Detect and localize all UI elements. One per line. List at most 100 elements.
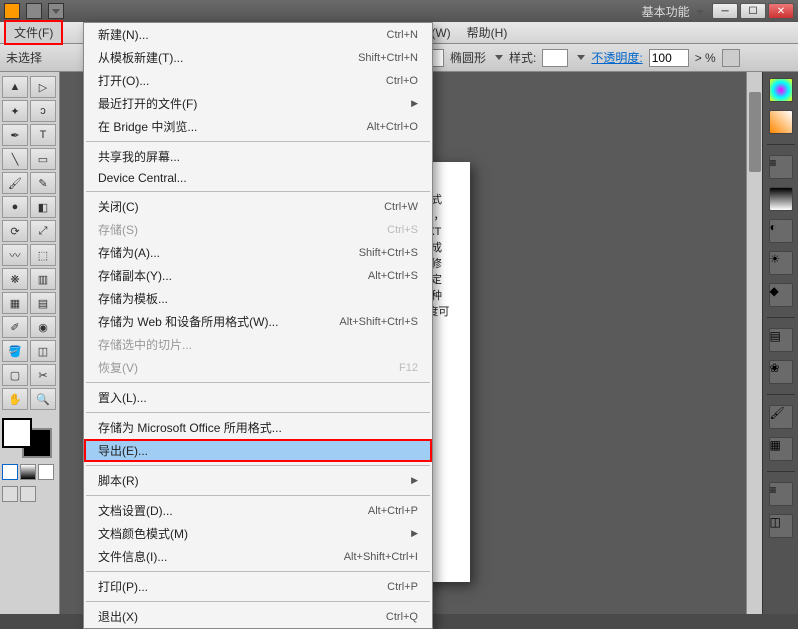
maximize-button[interactable]: ☐ (740, 3, 766, 19)
hand-tool[interactable]: ✋ (2, 388, 28, 410)
gradient-tool[interactable]: ▤ (30, 292, 56, 314)
file-menu-item[interactable]: 在 Bridge 中浏览...Alt+Ctrl+O (84, 115, 432, 138)
color-swatch[interactable] (2, 418, 52, 458)
zoom-tool[interactable]: 🔍 (30, 388, 56, 410)
close-button[interactable]: ✕ (768, 3, 794, 19)
file-menu-item[interactable]: 存储为 Web 和设备所用格式(W)...Alt+Shift+Ctrl+S (84, 310, 432, 333)
color-mode-normal[interactable] (2, 464, 18, 480)
menu-item-shortcut: Alt+Shift+Ctrl+I (344, 551, 418, 563)
file-menu-item[interactable]: 脚本(R)▶ (84, 469, 432, 492)
type-tool[interactable]: T (30, 124, 56, 146)
blend-tool[interactable]: ◉ (30, 316, 56, 338)
line-tool[interactable]: ╲ (2, 148, 28, 170)
file-menu-item[interactable]: 存储为(A)...Shift+Ctrl+S (84, 241, 432, 264)
pen-tool[interactable]: ✒ (2, 124, 28, 146)
color-guide-panel-icon[interactable] (769, 110, 793, 134)
menu-item-label: 从模板新建(T)... (98, 49, 358, 66)
style-label: 样式: (509, 49, 536, 66)
stroke-panel-icon[interactable]: ≡ (769, 155, 793, 179)
file-menu-item[interactable]: 文档颜色模式(M)▶ (84, 522, 432, 545)
file-menu-item[interactable]: 文件信息(I)...Alt+Shift+Ctrl+I (84, 545, 432, 568)
file-menu-item[interactable]: 存储为 Microsoft Office 所用格式... (84, 416, 432, 439)
appearance-panel-icon[interactable]: ☀ (769, 251, 793, 275)
bridge-icon[interactable] (26, 3, 42, 19)
scrollbar-thumb[interactable] (749, 92, 761, 172)
eraser-tool[interactable]: ◧ (30, 196, 56, 218)
symbol-sprayer-tool[interactable]: ❋ (2, 268, 28, 290)
file-menu-item[interactable]: 置入(L)... (84, 386, 432, 409)
graphic-styles-panel-icon[interactable]: ◆ (769, 283, 793, 307)
color-mode-none[interactable] (38, 464, 54, 480)
menu-item-label: 恢复(V) (98, 359, 399, 376)
color-mode-gradient[interactable] (20, 464, 36, 480)
menu-item-label: 脚本(R) (98, 472, 411, 489)
menu-item-shortcut: Ctrl+P (387, 581, 418, 593)
menu-file[interactable]: 文件(F) (4, 20, 63, 45)
fill-color[interactable] (2, 418, 32, 448)
brushes-panel-icon[interactable]: 🖌 (769, 405, 793, 429)
vertical-scrollbar[interactable] (746, 72, 762, 614)
screen-mode-normal[interactable] (2, 486, 18, 502)
live-paint-selection-tool[interactable]: ◫ (30, 340, 56, 362)
magic-wand-tool[interactable]: ✦ (2, 100, 28, 122)
eyedropper-tool[interactable]: ✐ (2, 316, 28, 338)
workspace-switcher[interactable]: 基本功能 (642, 3, 704, 20)
file-menu-item[interactable]: 从模板新建(T)...Shift+Ctrl+N (84, 46, 432, 69)
rectangle-tool[interactable]: ▭ (30, 148, 56, 170)
direct-selection-tool[interactable]: ▷ (30, 76, 56, 98)
file-menu-item[interactable]: 关闭(C)Ctrl+W (84, 195, 432, 218)
opacity-label[interactable]: 不透明度: (591, 49, 642, 66)
menu-item-label: 导出(E)... (98, 442, 418, 459)
file-menu-item[interactable]: 存储为模板... (84, 287, 432, 310)
artboard-tool[interactable]: ▢ (2, 364, 28, 386)
paintbrush-tool[interactable]: 🖌 (2, 172, 28, 194)
slice-tool[interactable]: ✂ (30, 364, 56, 386)
menu-item-label: Device Central... (98, 171, 418, 185)
lasso-tool[interactable]: ɔ (30, 100, 56, 122)
app-icon[interactable] (4, 3, 20, 19)
file-menu-item[interactable]: 新建(N)...Ctrl+N (84, 23, 432, 46)
minimize-button[interactable]: ─ (712, 3, 738, 19)
arrange-icon[interactable] (48, 3, 64, 19)
menu-item-shortcut: Ctrl+N (387, 29, 418, 41)
submenu-arrow-icon: ▶ (411, 528, 418, 539)
menu-item-shortcut: Alt+Ctrl+P (368, 505, 418, 517)
file-menu-item[interactable]: 打开(O)...Ctrl+O (84, 69, 432, 92)
pathfinder-panel-icon[interactable]: ◫ (769, 514, 793, 538)
graph-tool[interactable]: ▥ (30, 268, 56, 290)
symbols-panel-icon[interactable]: ❀ (769, 360, 793, 384)
file-menu-item[interactable]: 退出(X)Ctrl+Q (84, 605, 432, 628)
live-paint-tool[interactable]: 🪣 (2, 340, 28, 362)
blob-brush-tool[interactable]: ● (2, 196, 28, 218)
transparency-panel-icon[interactable]: ◐ (769, 219, 793, 243)
screen-mode-full[interactable] (20, 486, 36, 502)
align-panel-icon[interactable]: ≡ (769, 482, 793, 506)
file-menu-item[interactable]: Device Central... (84, 168, 432, 188)
scale-tool[interactable]: ⤢ (30, 220, 56, 242)
pencil-tool[interactable]: ✎ (30, 172, 56, 194)
selection-tool[interactable]: ▲ (2, 76, 28, 98)
mesh-tool[interactable]: ▦ (2, 292, 28, 314)
file-menu-item[interactable]: 文档设置(D)...Alt+Ctrl+P (84, 499, 432, 522)
file-menu-item[interactable]: 最近打开的文件(F)▶ (84, 92, 432, 115)
submenu-arrow-icon: ▶ (411, 475, 418, 486)
free-transform-tool[interactable]: ⬚ (30, 244, 56, 266)
menu-help[interactable]: 帮助(H) (459, 22, 516, 43)
menu-item-label: 文件信息(I)... (98, 548, 344, 565)
gradient-panel-icon[interactable] (769, 187, 793, 211)
title-bar: 基本功能 ─ ☐ ✕ (0, 0, 798, 22)
panel-toggle-icon[interactable] (722, 49, 740, 67)
file-menu-item[interactable]: 打印(P)...Ctrl+P (84, 575, 432, 598)
swatches-panel-icon[interactable]: ▦ (769, 437, 793, 461)
layers-panel-icon[interactable]: ▤ (769, 328, 793, 352)
file-menu-item[interactable]: 共享我的屏幕... (84, 145, 432, 168)
color-panel-icon[interactable] (769, 78, 793, 102)
warp-tool[interactable]: 〰 (2, 244, 28, 266)
menu-item-label: 在 Bridge 中浏览... (98, 118, 367, 135)
opacity-field[interactable] (649, 49, 689, 67)
style-swatch[interactable] (542, 49, 568, 67)
menu-item-label: 关闭(C) (98, 198, 384, 215)
rotate-tool[interactable]: ⟳ (2, 220, 28, 242)
file-menu-item[interactable]: 存储副本(Y)...Alt+Ctrl+S (84, 264, 432, 287)
file-menu-item[interactable]: 导出(E)... (84, 439, 432, 462)
